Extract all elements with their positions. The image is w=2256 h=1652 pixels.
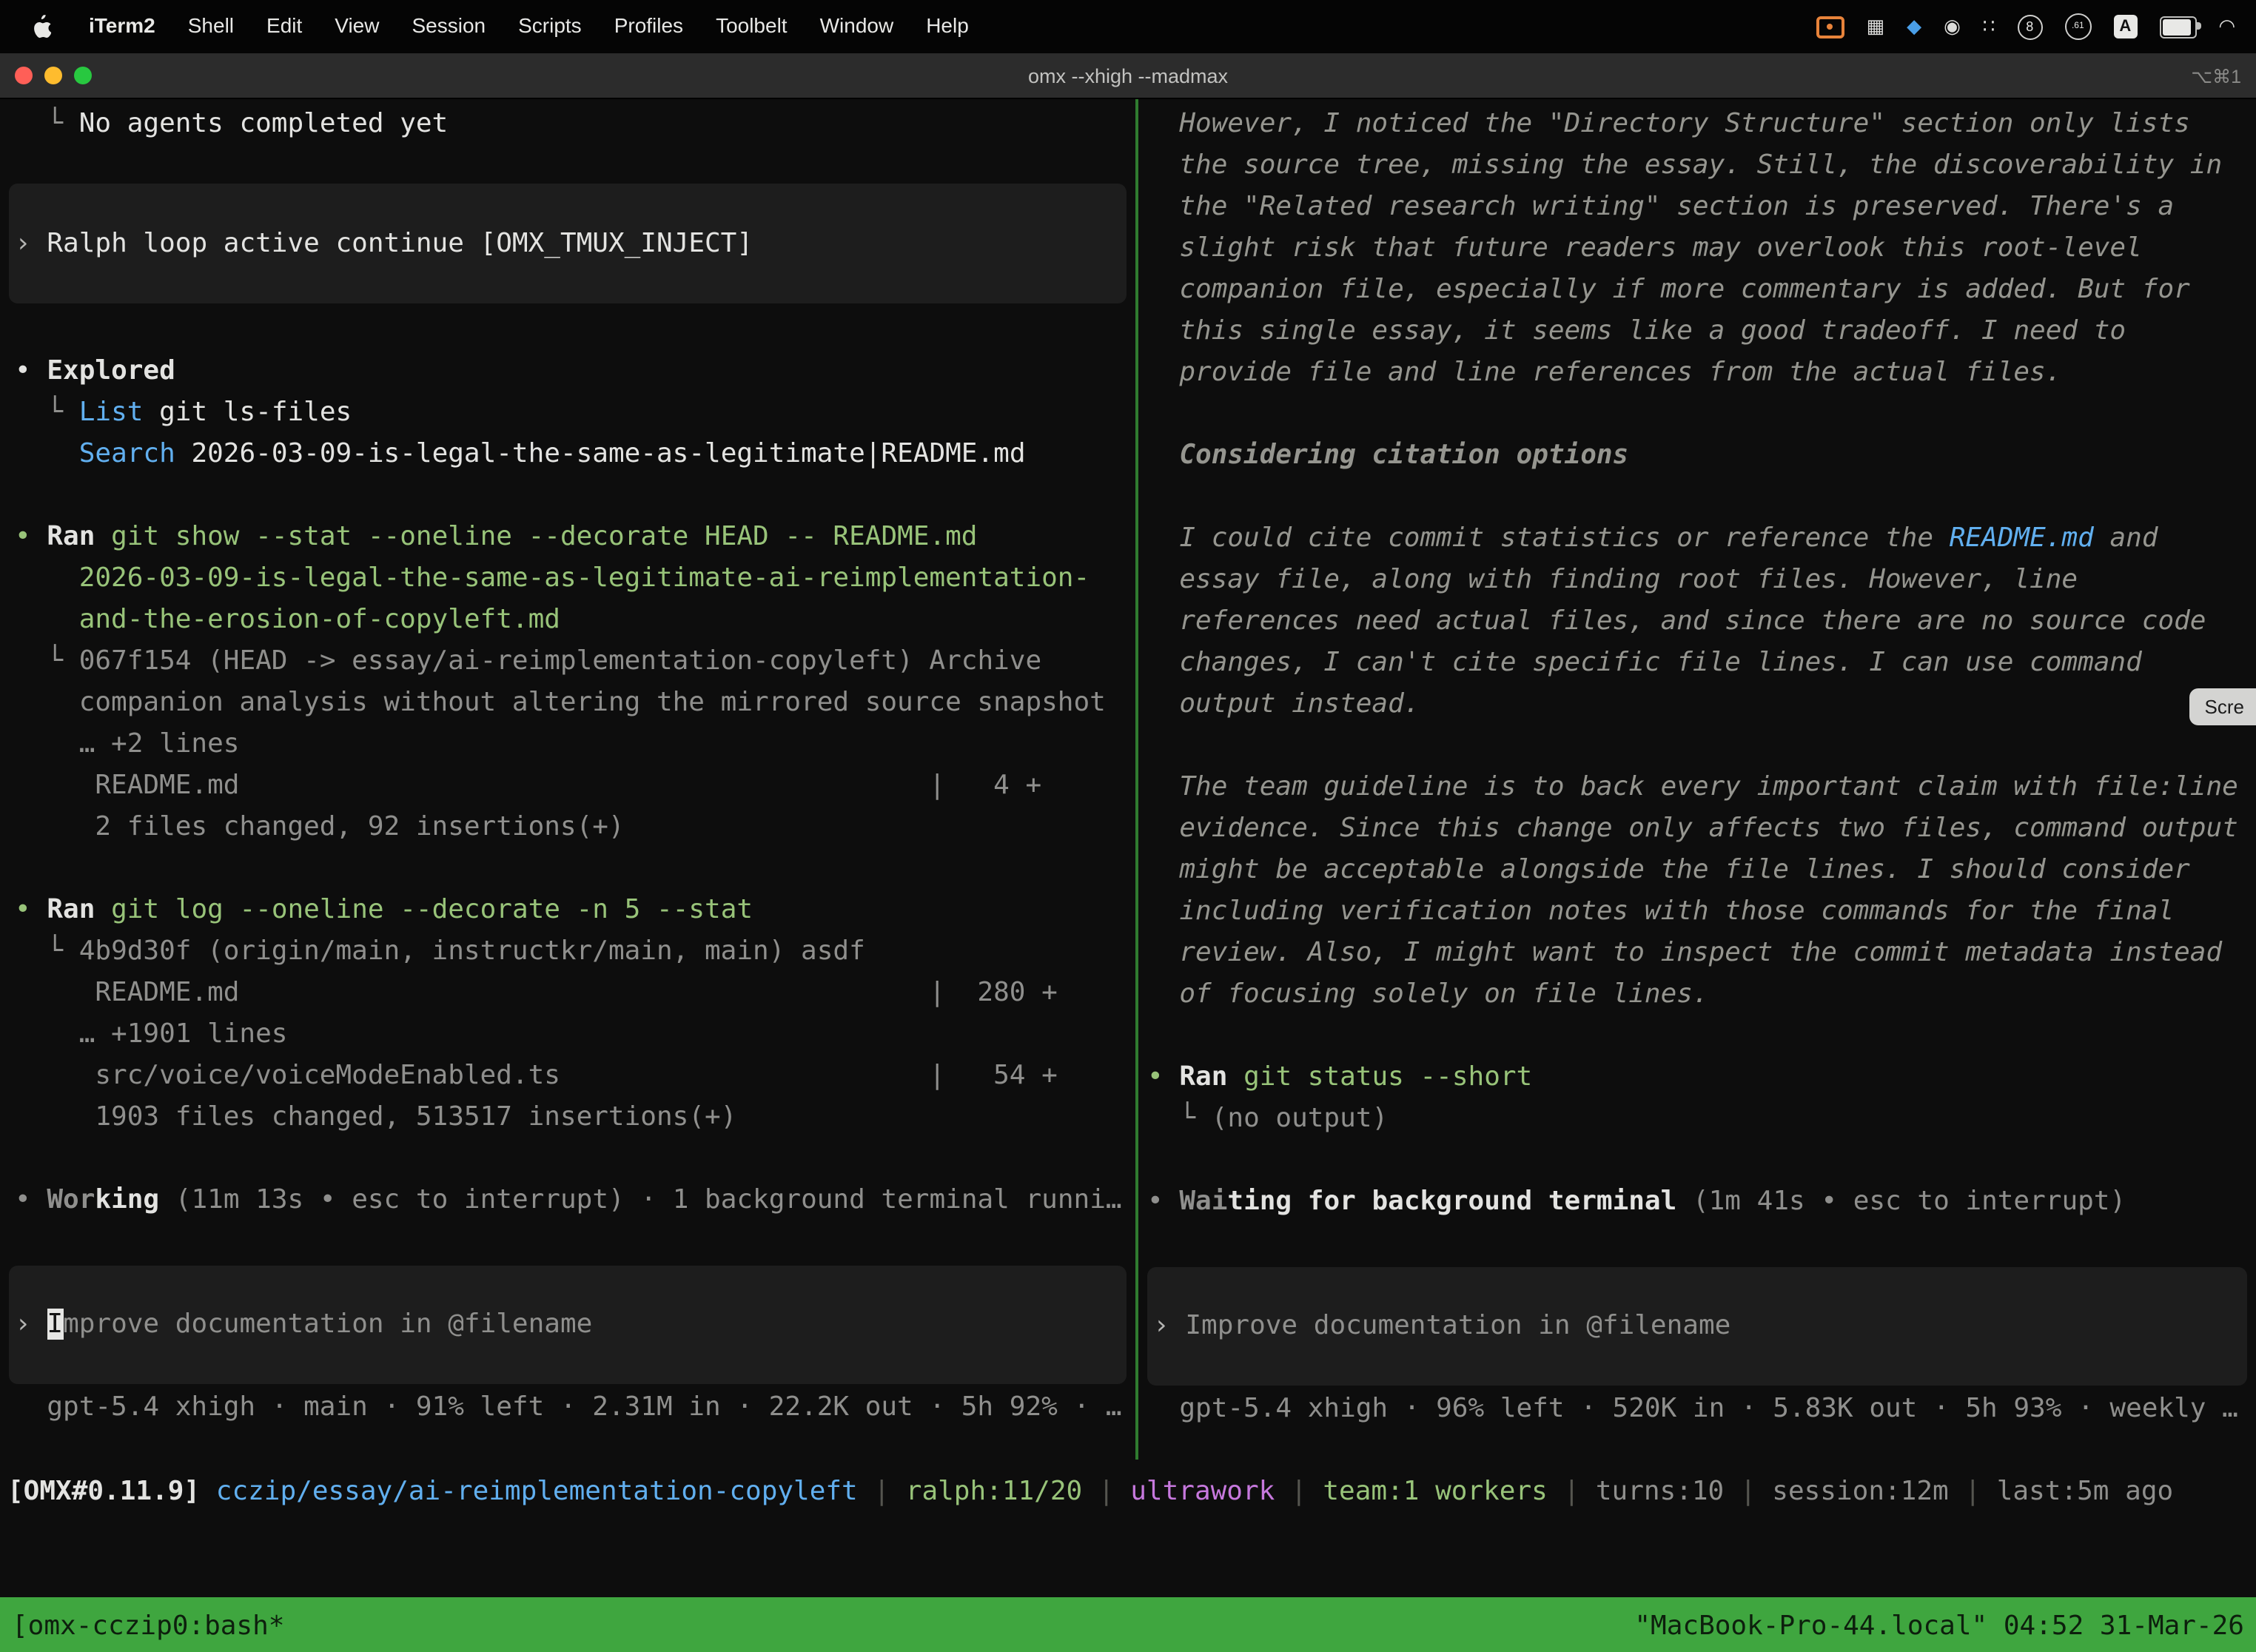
terminal-line: • Ran git log --oneline --decorate -n 5 … [0, 890, 1135, 931]
terminal-line: including verification notes with those … [1138, 891, 2256, 933]
working-status-line: • Working (11m 13s • esc to interrupt) ·… [0, 1180, 1135, 1221]
dots-grid-icon[interactable]: ∷ [1983, 17, 1995, 36]
menu-item-scripts[interactable]: Scripts [502, 13, 598, 37]
terminal-line: The team guideline is to back every impo… [1138, 767, 2256, 808]
model-status-line: gpt-5.4 xhigh · 96% left · 520K in · 5.8… [1138, 1389, 2256, 1430]
title-bar[interactable]: omx --xhigh --madmax ⌥⌘1 [0, 53, 2256, 99]
model-status-line: gpt-5.4 xhigh · main · 91% left · 2.31M … [0, 1387, 1135, 1428]
terminal-line: └ No agents completed yet [0, 104, 1135, 145]
blank-line [1138, 477, 2256, 518]
gauge-icon[interactable]: .61 [2064, 13, 2091, 40]
pane-right[interactable]: However, I noticed the "Directory Struct… [1138, 99, 2256, 1460]
tmux-panes: └ No agents completed yet › Ralph loop ac… [0, 99, 2256, 1460]
terminal-line: review. Also, I might want to inspect th… [1138, 933, 2256, 974]
window-title: omx --xhigh --madmax [0, 64, 2256, 87]
terminal-line: However, I noticed the "Directory Struct… [1138, 104, 2256, 145]
terminal-line: the source tree, missing the essay. Stil… [1138, 145, 2256, 187]
menu-bar-status-icons: ▦ ◆ ◉ ∷ 8 .61 A ◠ [1816, 13, 2256, 40]
prompt-input[interactable]: › Improve documentation in @filename [9, 1266, 1127, 1384]
terminal-line: └ 4b9d30f (origin/main, instructkr/main,… [0, 931, 1135, 973]
terminal-line: └ (no output) [1138, 1098, 2256, 1140]
terminal-line: 2 files changed, 92 insertions(+) [0, 807, 1135, 848]
blank-line [1138, 394, 2256, 435]
terminal-line: 2026-03-09-is-legal-the-same-as-legitima… [0, 558, 1135, 600]
tmux-session-label[interactable]: [omx-cczip0:bash* [12, 1610, 284, 1641]
blank-line [1138, 1015, 2256, 1057]
terminal-line: README.md | 280 + [0, 973, 1135, 1014]
terminal-line: provide file and line references from th… [1138, 352, 2256, 394]
menu-item-view[interactable]: View [318, 13, 395, 37]
blank-line [1138, 725, 2256, 767]
terminal-line: the "Related research writing" section i… [1138, 187, 2256, 228]
blank-line [0, 475, 1135, 517]
menu-item-profiles[interactable]: Profiles [598, 13, 699, 37]
terminal-line: … +1901 lines [0, 1014, 1135, 1055]
terminal-line: … +2 lines [0, 724, 1135, 765]
input-source-icon[interactable]: A [2113, 15, 2137, 38]
thinking-heading: Considering citation options [1138, 435, 2256, 477]
keyboard-icon[interactable]: ▦ [1866, 17, 1884, 36]
omx-status-line: [OMX#0.11.9] cczip/essay/ai-reimplementa… [0, 1471, 2256, 1513]
terminal-line: changes, I can't cite specific file line… [1138, 642, 2256, 684]
terminal[interactable]: └ No agents completed yet › Ralph loop ac… [0, 99, 2256, 1597]
screenshot-root: iTerm2ShellEditViewSessionScriptsProfile… [0, 0, 2256, 1652]
menu-item-edit[interactable]: Edit [250, 13, 318, 37]
terminal-line: └ 067f154 (HEAD -> essay/ai-reimplementa… [0, 641, 1135, 682]
terminal-line: references need actual files, and since … [1138, 601, 2256, 642]
screen-recording-indicator[interactable] [1816, 16, 1844, 38]
screen-share-notification-label: Scre [2205, 696, 2244, 718]
menu-bar: iTerm2ShellEditViewSessionScriptsProfile… [0, 0, 2256, 53]
terminal-line: slight risk that future readers may over… [1138, 228, 2256, 269]
terminal-line: I could cite commit statistics or refere… [1138, 518, 2256, 560]
menu-bar-left: iTerm2ShellEditViewSessionScriptsProfile… [0, 13, 985, 40]
macos-screen: iTerm2ShellEditViewSessionScriptsProfile… [0, 0, 2256, 1652]
menu-item-session[interactable]: Session [395, 13, 502, 37]
pane-left[interactable]: └ No agents completed yet › Ralph loop ac… [0, 99, 1138, 1460]
terminal-line: • Ran git status --short [1138, 1057, 2256, 1098]
menu-item-help[interactable]: Help [910, 13, 985, 37]
wifi-icon[interactable]: ◠ [2218, 17, 2235, 36]
terminal-line: evidence. Since this change only affects… [1138, 808, 2256, 850]
tmux-status-bar: [omx-cczip0:bash* "MacBook-Pro-44.local"… [0, 1597, 2256, 1652]
terminal-line: might be acceptable alongside the file l… [1138, 850, 2256, 891]
blue-app-icon[interactable]: ◆ [1907, 17, 1921, 36]
window-shortcut: ⌥⌘1 [2191, 64, 2241, 87]
terminal-line: └ List git ls-files [0, 392, 1135, 434]
terminal-line: • Ran git show --stat --oneline --decora… [0, 517, 1135, 558]
terminal-line: • Explored [0, 351, 1135, 392]
terminal-line: of focusing solely on file lines. [1138, 974, 2256, 1015]
menu-item-window[interactable]: Window [804, 13, 910, 37]
terminal-line: this single essay, it seems like a good … [1138, 311, 2256, 352]
terminal-line: companion file, especially if more comme… [1138, 269, 2256, 311]
terminal-line: output instead. [1138, 684, 2256, 725]
terminal-line: companion analysis without altering the … [0, 682, 1135, 724]
ralph-loop-banner: › Ralph loop active continue [OMX_TMUX_I… [9, 184, 1127, 303]
blank-line [0, 1138, 1135, 1180]
tmux-host-clock: "MacBook-Pro-44.local" 04:52 31-Mar-26 [1634, 1610, 2244, 1641]
blank-line [1138, 1140, 2256, 1181]
menu-item-toolbelt[interactable]: Toolbelt [699, 13, 804, 37]
apple-menu-icon[interactable] [21, 15, 64, 38]
battery-icon[interactable] [2159, 16, 2196, 38]
screen-share-notification[interactable]: Scre [2190, 688, 2256, 725]
waiting-status-line: • Waiting for background terminal (1m 41… [1138, 1181, 2256, 1223]
blank-line [0, 848, 1135, 890]
terminal-line: essay file, along with finding root file… [1138, 560, 2256, 601]
terminal-line: README.md | 4 + [0, 765, 1135, 807]
terminal-line: src/voice/voiceModeEnabled.ts | 54 + [0, 1055, 1135, 1097]
terminal-line: Search 2026-03-09-is-legal-the-same-as-l… [0, 434, 1135, 475]
menu-item-shell[interactable]: Shell [172, 13, 250, 37]
terminal-line: and-the-erosion-of-copyleft.md [0, 600, 1135, 641]
terminal-line: 1903 files changed, 513517 insertions(+) [0, 1097, 1135, 1138]
menu-item-iterm2[interactable]: iTerm2 [73, 13, 172, 37]
dark-circle-app-icon[interactable]: ◉ [1944, 17, 1961, 36]
prompt-input[interactable]: › Improve documentation in @filename [1147, 1267, 2247, 1386]
key-icon[interactable]: 8 [2017, 14, 2042, 39]
menu-items: iTerm2ShellEditViewSessionScriptsProfile… [73, 13, 985, 40]
